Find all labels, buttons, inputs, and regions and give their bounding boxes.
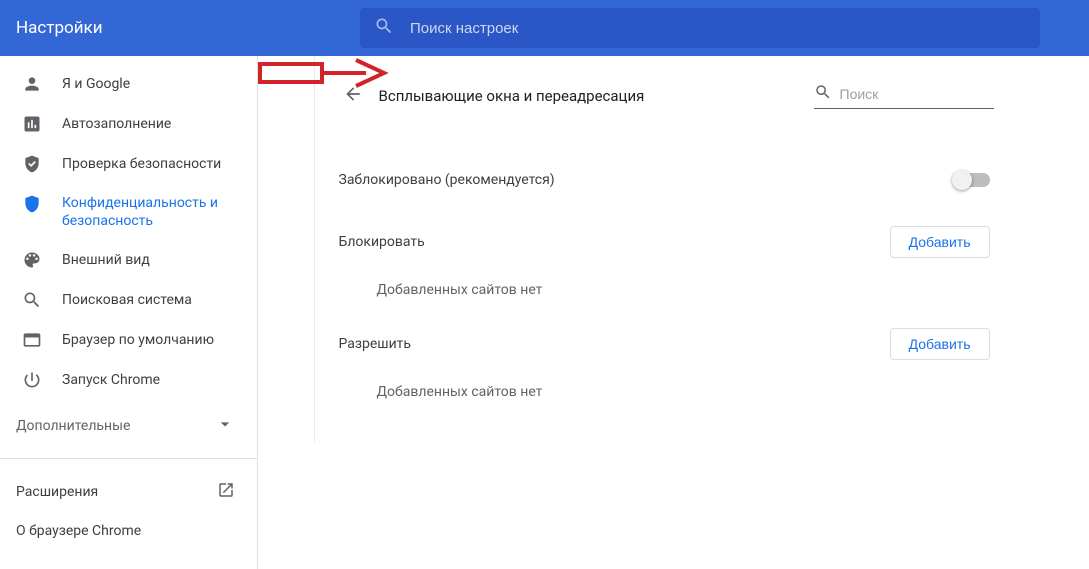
sidebar-item-label: Поисковая система — [62, 291, 192, 309]
settings-search-bar[interactable] — [360, 8, 1040, 48]
autofill-icon — [22, 114, 42, 134]
sidebar-item-appearance[interactable]: Внешний вид — [0, 240, 257, 280]
open-in-new-icon — [217, 481, 235, 503]
sidebar-item-label: Я и Google — [62, 75, 130, 93]
app-title: Настройки — [16, 18, 360, 38]
block-section-row: Блокировать Добавить — [335, 218, 994, 266]
allow-empty-text: Добавленных сайтов нет — [335, 368, 994, 422]
person-icon — [22, 74, 42, 94]
search-icon — [814, 83, 840, 105]
power-icon — [22, 370, 42, 390]
sidebar-item-label: Проверка безопасности — [62, 155, 221, 173]
sidebar-item-search-engine[interactable]: Поисковая система — [0, 280, 257, 320]
sidebar-item-you-and-google[interactable]: Я и Google — [0, 64, 257, 104]
search-icon — [374, 16, 394, 40]
app-header: Настройки — [0, 0, 1089, 56]
blocked-label: Заблокировано (рекомендуется) — [339, 172, 555, 188]
sidebar-item-safety-check[interactable]: Проверка безопасности — [0, 144, 257, 184]
extensions-label: Расширения — [16, 484, 98, 500]
search-icon — [22, 290, 42, 310]
main-content: Всплывающие окна и переадресация Заблоки… — [258, 56, 1089, 569]
block-section-label: Блокировать — [339, 234, 425, 250]
blocked-toggle-row: Заблокировано (рекомендуется) — [335, 154, 994, 206]
blocked-toggle[interactable] — [954, 173, 990, 187]
sidebar-item-privacy-security[interactable]: Конфиденциальность и безопасность — [0, 184, 257, 240]
shield-icon — [22, 194, 42, 214]
sidebar-item-label: Запуск Chrome — [62, 371, 160, 389]
allow-section-row: Разрешить Добавить — [335, 320, 994, 368]
sidebar: Я и Google Автозаполнение Проверка безоп… — [0, 56, 258, 569]
about-label: О браузере Chrome — [16, 523, 141, 539]
palette-icon — [22, 250, 42, 270]
security-check-icon — [22, 154, 42, 174]
advanced-label: Дополнительные — [16, 418, 130, 434]
chevron-down-icon — [215, 414, 235, 438]
block-empty-text: Добавленных сайтов нет — [335, 266, 994, 320]
browser-icon — [22, 330, 42, 350]
sidebar-item-default-browser[interactable]: Браузер по умолчанию — [0, 320, 257, 360]
sidebar-item-about[interactable]: О браузере Chrome — [0, 513, 257, 549]
sidebar-item-label: Внешний вид — [62, 251, 150, 269]
add-allow-button[interactable]: Добавить — [890, 328, 990, 360]
allow-section-label: Разрешить — [339, 336, 412, 352]
sidebar-item-label: Конфиденциальность и безопасность — [62, 194, 241, 230]
page-search-input[interactable] — [840, 86, 1021, 102]
page-search[interactable] — [814, 83, 994, 109]
sidebar-advanced-toggle[interactable]: Дополнительные — [0, 406, 257, 446]
page-title: Всплывающие окна и переадресация — [379, 87, 814, 105]
page-header: Всплывающие окна и переадресация — [335, 68, 994, 124]
sidebar-item-autofill[interactable]: Автозаполнение — [0, 104, 257, 144]
sidebar-item-label: Браузер по умолчанию — [62, 331, 214, 349]
sidebar-item-on-startup[interactable]: Запуск Chrome — [0, 360, 257, 400]
sidebar-item-label: Автозаполнение — [62, 115, 171, 133]
settings-search-input[interactable] — [410, 20, 1026, 37]
sidebar-divider — [0, 458, 257, 459]
sidebar-item-extensions[interactable]: Расширения — [0, 471, 257, 513]
add-block-button[interactable]: Добавить — [890, 226, 990, 258]
